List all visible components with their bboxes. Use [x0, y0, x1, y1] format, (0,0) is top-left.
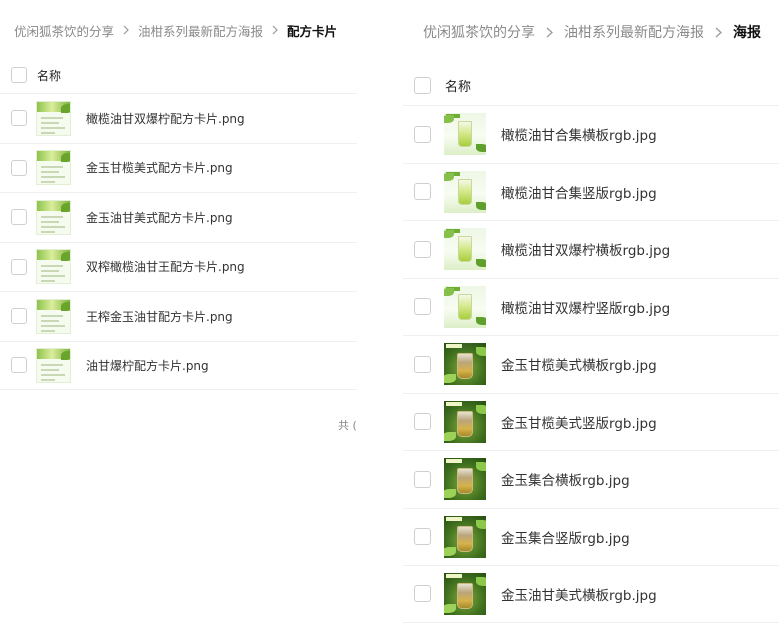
file-name[interactable]: 橄榄油甘双爆柠横板rgb.jpg — [501, 239, 670, 259]
breadcrumb-current-folder: 海报 — [733, 25, 761, 41]
image-thumbnail-icon[interactable] — [444, 515, 486, 558]
file-checkbox[interactable] — [11, 308, 27, 325]
breadcrumb-item-series-folder[interactable]: 油柑系列最新配方海报 — [564, 22, 704, 42]
file-row[interactable]: 金玉集合横板rgb.jpg — [403, 450, 779, 508]
file-row[interactable]: 油甘爆柠配方卡片.png — [0, 340, 357, 390]
breadcrumb-item-share-root[interactable]: 优闲狐茶饮的分享 — [14, 21, 114, 40]
file-name[interactable]: 橄榄油甘合集竖版rgb.jpg — [501, 182, 657, 202]
chevron-right-icon — [546, 27, 553, 38]
file-list-header: 名称 — [403, 74, 779, 96]
file-checkbox[interactable] — [414, 413, 431, 431]
breadcrumb: 优闲狐茶饮的分享 油柑系列最新配方海报 配方卡片 — [14, 20, 337, 40]
file-checkbox[interactable] — [414, 355, 431, 373]
file-checkbox[interactable] — [414, 585, 431, 603]
file-checkbox[interactable] — [11, 159, 27, 176]
image-thumbnail-icon[interactable] — [36, 298, 71, 334]
file-row[interactable]: 橄榄油甘双爆柠竖版rgb.jpg — [403, 277, 779, 336]
column-header-name[interactable]: 名称 — [37, 67, 61, 84]
file-row[interactable]: 金玉甘榄美式横板rgb.jpg — [403, 335, 779, 393]
image-thumbnail-icon[interactable] — [444, 228, 486, 271]
chevron-right-icon — [272, 25, 278, 35]
file-row[interactable]: 橄榄油甘合集竖版rgb.jpg — [403, 162, 779, 221]
file-row[interactable]: 橄榄油甘双爆柠配方卡片.png — [0, 93, 357, 143]
file-checkbox[interactable] — [11, 209, 27, 226]
right-file-panel: 优闲狐茶饮的分享 油柑系列最新配方海报 海报 名称 橄榄油甘合集横板rgb.jp… — [403, 0, 779, 623]
select-all-checkbox[interactable] — [414, 76, 431, 94]
file-checkbox[interactable] — [11, 258, 27, 275]
file-checkbox[interactable] — [414, 528, 431, 546]
image-thumbnail-icon[interactable] — [444, 285, 486, 328]
file-list: 橄榄油甘合集横板rgb.jpg 橄榄油甘合集竖版rgb.jpg 橄榄油甘双爆柠横板r… — [403, 105, 779, 623]
file-list-header: 名称 — [0, 64, 357, 86]
file-name[interactable]: 金玉甘榄美式配方卡片.png — [86, 159, 233, 176]
image-thumbnail-icon[interactable] — [444, 400, 486, 443]
column-header-name[interactable]: 名称 — [445, 76, 471, 95]
image-thumbnail-icon[interactable] — [444, 113, 486, 156]
file-row[interactable]: 橄榄油甘合集横板rgb.jpg — [403, 105, 779, 163]
file-name[interactable]: 金玉油甘美式横板rgb.jpg — [501, 584, 657, 604]
file-row[interactable]: 金玉甘榄美式配方卡片.png — [0, 142, 357, 193]
breadcrumb-item-share-root[interactable]: 优闲狐茶饮的分享 — [423, 22, 535, 42]
file-name[interactable]: 橄榄油甘双爆柠竖版rgb.jpg — [501, 297, 670, 317]
file-checkbox[interactable] — [414, 470, 431, 488]
left-file-panel: 优闲狐茶饮的分享 油柑系列最新配方海报 配方卡片 名称 橄榄油甘双爆柠配方卡片.… — [0, 0, 357, 623]
file-name[interactable]: 双榨橄榄油甘王配方卡片.png — [86, 258, 245, 275]
file-list: 橄榄油甘双爆柠配方卡片.png 金玉甘榄美式配方卡片.png 金玉油甘美式配方卡片.… — [0, 93, 357, 390]
image-thumbnail-icon[interactable] — [36, 249, 71, 285]
image-thumbnail-icon[interactable] — [444, 572, 486, 615]
image-thumbnail-icon[interactable] — [444, 343, 486, 386]
file-checkbox[interactable] — [414, 298, 431, 316]
file-row[interactable]: 金玉集合竖版rgb.jpg — [403, 507, 779, 566]
file-name[interactable]: 金玉集合横板rgb.jpg — [501, 469, 630, 489]
file-checkbox[interactable] — [414, 183, 431, 201]
breadcrumb-current-folder: 配方卡片 — [287, 23, 338, 39]
file-count-label: 共 ( — [338, 419, 357, 432]
file-row[interactable]: 双榨橄榄油甘王配方卡片.png — [0, 241, 357, 292]
file-checkbox[interactable] — [414, 240, 431, 258]
file-name[interactable]: 金玉甘榄美式竖版rgb.jpg — [501, 412, 657, 432]
file-row[interactable]: 王榨金玉油甘配方卡片.png — [0, 291, 357, 341]
image-thumbnail-icon[interactable] — [36, 100, 71, 136]
file-name[interactable]: 橄榄油甘双爆柠配方卡片.png — [86, 110, 245, 127]
file-name[interactable]: 橄榄油甘合集横板rgb.jpg — [501, 124, 657, 144]
breadcrumb: 优闲狐茶饮的分享 油柑系列最新配方海报 海报 — [423, 21, 761, 43]
image-thumbnail-icon[interactable] — [36, 347, 71, 383]
image-thumbnail-icon[interactable] — [444, 170, 486, 213]
file-name[interactable]: 金玉油甘美式配方卡片.png — [86, 209, 233, 226]
file-row[interactable]: 金玉甘榄美式竖版rgb.jpg — [403, 392, 779, 451]
file-row[interactable]: 金玉油甘美式横板rgb.jpg — [403, 565, 779, 623]
file-checkbox[interactable] — [11, 110, 27, 127]
file-checkbox[interactable] — [11, 357, 27, 374]
chevron-right-icon — [715, 27, 722, 38]
file-row[interactable]: 金玉油甘美式配方卡片.png — [0, 192, 357, 242]
file-name[interactable]: 金玉甘榄美式横板rgb.jpg — [501, 354, 657, 374]
image-thumbnail-icon[interactable] — [444, 458, 486, 501]
file-row[interactable]: 橄榄油甘双爆柠横板rgb.jpg — [403, 220, 779, 278]
file-name[interactable]: 油甘爆柠配方卡片.png — [86, 357, 209, 374]
image-thumbnail-icon[interactable] — [36, 199, 71, 235]
file-name[interactable]: 金玉集合竖版rgb.jpg — [501, 527, 630, 547]
file-name[interactable]: 王榨金玉油甘配方卡片.png — [86, 308, 233, 325]
file-checkbox[interactable] — [414, 125, 431, 143]
select-all-checkbox[interactable] — [11, 67, 27, 83]
image-thumbnail-icon[interactable] — [36, 150, 71, 186]
breadcrumb-item-series-folder[interactable]: 油柑系列最新配方海报 — [138, 21, 263, 40]
chevron-right-icon — [123, 25, 129, 35]
